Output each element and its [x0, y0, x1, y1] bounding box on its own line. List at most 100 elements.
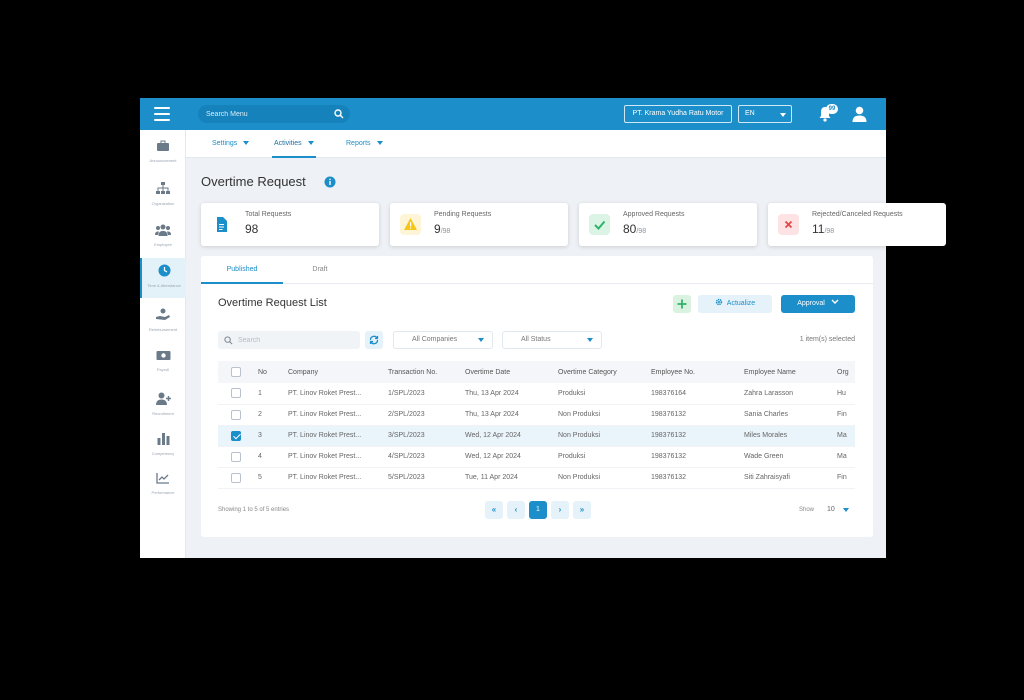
sidebar-item-employee[interactable]: Employee [140, 218, 186, 258]
table-cell: Ma [833, 446, 855, 468]
table-cell: 198376164 [647, 383, 740, 405]
user-avatar-icon[interactable] [852, 106, 867, 122]
showing-entries: Showing 1 to 5 of 5 entries [218, 507, 290, 513]
sidebar-item-label: Recruitment [152, 411, 174, 416]
column-header[interactable]: Employee Name [740, 361, 833, 383]
stat-total: /98 [440, 228, 451, 235]
stat-card-rejected: Rejected/Canceled Requests 11/98 [768, 203, 946, 246]
first-page-button[interactable]: « [485, 501, 503, 519]
actualize-button[interactable]: Actualize [698, 295, 772, 313]
row-checkbox[interactable] [231, 451, 241, 462]
table-row[interactable]: 3 PT. Linov Roket Prest... 3/SPL/2023 Wed, … [218, 425, 855, 447]
refresh-button[interactable] [365, 331, 383, 349]
check-icon [589, 214, 610, 235]
list-search-input[interactable] [238, 331, 348, 349]
chevron-down-icon [843, 508, 849, 512]
hamburger-menu-icon[interactable] [154, 107, 170, 121]
stat-card-pending: Pending Requests 9/98 [390, 203, 568, 246]
stat-label: Total Requests [245, 211, 292, 218]
next-page-button[interactable]: › [551, 501, 569, 519]
company-selector[interactable]: PT. Krama Yudha Ratu Motor [624, 105, 732, 123]
column-header[interactable]: No [254, 361, 284, 383]
column-header[interactable]: Org [833, 361, 855, 383]
sidebar-item-performance[interactable]: Performance [140, 466, 186, 506]
table-header-row: No Company Transaction No. Overtime Date… [218, 361, 855, 383]
table-cell: 198376132 [647, 404, 740, 426]
column-header[interactable]: Employee No. [647, 361, 740, 383]
subnav-activities[interactable]: Activities [272, 130, 316, 158]
org-chart-icon [156, 182, 170, 194]
status-filter[interactable]: All Status [502, 331, 602, 349]
sidebar-item-label: Competency [151, 451, 175, 456]
table-cell: 5/SPL/2023 [384, 467, 461, 489]
table-cell: 3/SPL/2023 [384, 425, 461, 447]
chevron-down-icon [307, 141, 314, 146]
column-header[interactable]: Overtime Category [554, 361, 647, 383]
row-checkbox[interactable] [231, 472, 241, 483]
top-bar: PT. Krama Yudha Ratu Motor EN 99 [140, 98, 886, 130]
page-size-select[interactable]: 10 [823, 501, 855, 519]
stat-card-approved: Approved Requests 80/98 [579, 203, 757, 246]
info-icon[interactable] [324, 176, 336, 188]
table-cell: Fin [833, 404, 855, 426]
refresh-icon [369, 335, 379, 345]
stat-value: 80/98 [623, 222, 646, 236]
table-row[interactable]: 1 PT. Linov Roket Prest... 1/SPL/2023 Thu, … [218, 383, 855, 405]
request-panel: Published Draft Overtime Request List Ac… [201, 256, 873, 537]
select-all-checkbox[interactable] [231, 367, 241, 377]
stat-value: 98 [245, 222, 258, 236]
column-header[interactable]: Company [284, 361, 384, 383]
row-checkbox[interactable] [231, 430, 241, 441]
subnav-label: Settings [212, 140, 238, 147]
subnav-reports[interactable]: Reports [344, 130, 385, 158]
company-filter[interactable]: All Companies [393, 331, 493, 349]
table-cell: PT. Linov Roket Prest... [284, 425, 384, 447]
sidebar-item-payroll[interactable]: Payroll [140, 344, 186, 384]
column-header[interactable]: Overtime Date [461, 361, 554, 383]
add-button[interactable] [673, 295, 691, 313]
stat-value: 11/98 [812, 222, 834, 236]
table-cell: Tue, 11 Apr 2024 [461, 467, 554, 489]
stat-label: Rejected/Canceled Requests [812, 211, 903, 218]
table-row[interactable]: 2 PT. Linov Roket Prest... 2/SPL/2023 Thu, … [218, 404, 855, 426]
table-cell: Wed, 12 Apr 2024 [461, 446, 554, 468]
sidebar-item-organization[interactable]: Organization [140, 176, 186, 216]
overtime-table: No Company Transaction No. Overtime Date… [218, 361, 855, 489]
sidebar-item-competency[interactable]: Competency [140, 426, 186, 466]
stat-total: /98 [824, 228, 835, 235]
notification-badge: 99 [826, 104, 838, 114]
row-checkbox[interactable] [231, 388, 241, 399]
gear-icon [715, 298, 722, 306]
sidebar-item-announcement[interactable]: Announcement [140, 134, 186, 174]
tab-published[interactable]: Published [201, 256, 283, 284]
last-page-button[interactable]: » [573, 501, 591, 519]
approval-button[interactable]: Approval [781, 295, 855, 313]
row-checkbox[interactable] [231, 409, 241, 420]
table-cell: 4/SPL/2023 [384, 446, 461, 468]
stat-label: Pending Requests [434, 211, 492, 218]
sidebar-item-label: Performance [151, 490, 175, 495]
sidebar-item-recruitment[interactable]: Recruitment [140, 386, 186, 426]
row-select-cell [218, 446, 254, 468]
company-filter-value: All Companies [412, 336, 458, 343]
table-cell: Non Produksi [554, 404, 647, 426]
tab-draft[interactable]: Draft [279, 256, 361, 284]
plus-icon [677, 299, 687, 309]
table-row[interactable]: 4 PT. Linov Roket Prest... 4/SPL/2023 Wed, … [218, 446, 855, 468]
subnav-settings[interactable]: Settings [210, 130, 251, 158]
language-selector[interactable]: EN [738, 105, 792, 123]
actualize-label: Actualize [726, 300, 756, 307]
table-row[interactable]: 5 PT. Linov Roket Prest... 5/SPL/2023 Tue, … [218, 467, 855, 489]
prev-page-button[interactable]: ‹ [507, 501, 525, 519]
table-cell: 1/SPL/2023 [384, 383, 461, 405]
column-header[interactable]: Transaction No. [384, 361, 461, 383]
search-icon[interactable] [334, 109, 344, 119]
page-number-button[interactable]: 1 [529, 501, 547, 519]
sidebar-item-reimbursement[interactable]: Reimbursement [140, 302, 186, 342]
menu-search-input[interactable] [206, 105, 326, 123]
table-cell: Non Produksi [554, 425, 647, 447]
sidebar-item-time-attendance[interactable]: Time & Attendance [140, 258, 186, 298]
table-cell: PT. Linov Roket Prest... [284, 404, 384, 426]
stat-label: Approved Requests [623, 211, 685, 218]
table-cell: 1 [254, 383, 284, 405]
